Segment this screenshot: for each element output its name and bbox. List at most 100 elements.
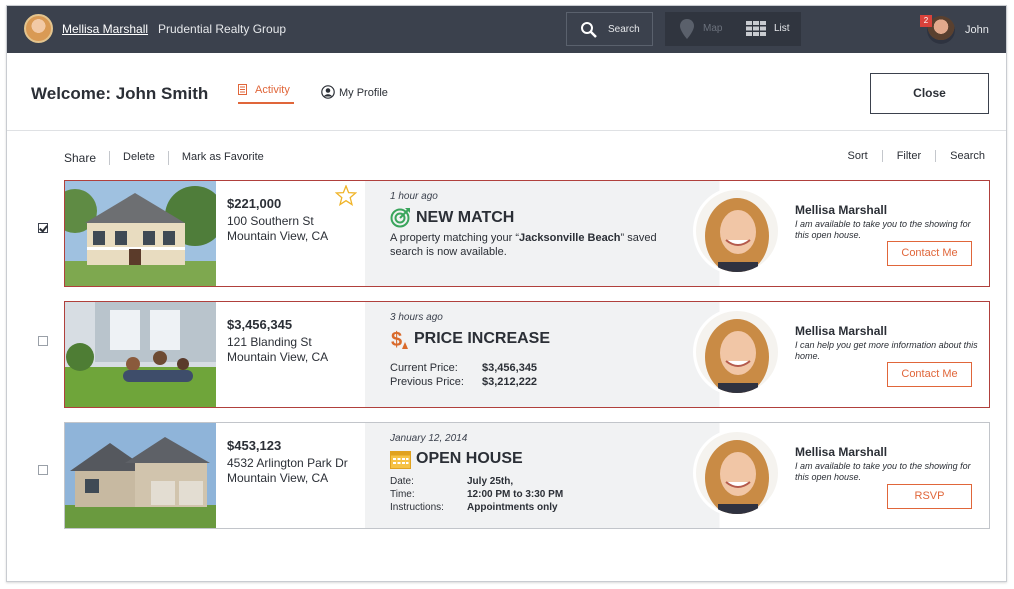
property-street: 100 Southern St — [227, 214, 314, 228]
search-icon — [581, 22, 597, 38]
card-checkbox[interactable] — [38, 465, 48, 475]
header-divider — [7, 130, 1006, 131]
house-photo-image — [65, 423, 216, 528]
card-checkbox[interactable] — [38, 336, 48, 346]
instructions-value: Appointments only — [467, 502, 558, 513]
agent-note: I can help you get more information abou… — [795, 340, 978, 361]
property-address: 100 Southern St Mountain View, CA — [227, 214, 328, 244]
agent-photo — [693, 429, 781, 517]
top-navigation-bar: Mellisa Marshall Prudential Realty Group… — [7, 6, 1006, 53]
agent-name: Mellisa Marshall — [795, 445, 888, 459]
current-price-row: Current Price: $3,456,345 — [390, 361, 537, 375]
property-photo[interactable] — [65, 423, 216, 528]
previous-price-value: $3,212,222 — [482, 376, 538, 388]
svg-text:$: $ — [391, 329, 402, 350]
document-icon — [238, 84, 247, 95]
time-row: Time: 12:00 PM to 3:30 PM — [390, 488, 563, 501]
property-street: 4532 Arlington Park Dr — [227, 456, 348, 470]
dollar-arrow-icon: $ — [391, 329, 408, 350]
instructions-label: Instructions: — [390, 502, 444, 513]
event-panel: January 12, 2014 OPEN HOUSE Date: July 2… — [365, 423, 692, 528]
current-price-value: $3,456,345 — [482, 362, 538, 374]
property-price: $221,000 — [227, 196, 282, 211]
time-value: 12:00 PM to 3:30 PM — [467, 489, 564, 500]
star-outline-icon[interactable] — [335, 185, 357, 206]
company-name: Prudential Realty Group — [158, 22, 287, 36]
grid-list-icon — [746, 21, 766, 36]
calendar-icon — [390, 451, 411, 469]
agent-note: I am available to take you to the showin… — [795, 461, 971, 482]
mark-favorite-action[interactable]: Mark as Favorite — [167, 151, 277, 165]
search-button-label: Search — [608, 24, 640, 35]
date-row: Date: July 25th, — [390, 475, 513, 488]
activity-card[interactable]: $221,000 100 Southern St Mountain View, … — [64, 180, 990, 287]
agent-avatar[interactable] — [24, 14, 53, 43]
share-action[interactable]: Share — [64, 151, 109, 165]
agent-name-link[interactable]: Mellisa Marshall — [62, 22, 148, 36]
list-view-button[interactable]: List — [735, 12, 801, 46]
event-title-text: NEW MATCH — [416, 208, 515, 226]
map-view-label: Map — [703, 23, 723, 34]
property-photo[interactable] — [65, 181, 216, 286]
saved-search-name: Jacksonville Beach — [519, 232, 621, 244]
activity-card[interactable]: $3,456,345 121 Blanding St Mountain View… — [64, 301, 990, 408]
list-tools: Sort Filter Search — [834, 150, 985, 162]
property-address: 121 Blanding St Mountain View, CA — [227, 335, 328, 365]
sort-action[interactable]: Sort — [834, 150, 882, 162]
instructions-row: Instructions: Appointments only — [390, 501, 558, 514]
tab-activity-label: Activity — [255, 84, 290, 96]
date-label: Date: — [390, 476, 414, 487]
search-action[interactable]: Search — [935, 150, 985, 162]
property-address: 4532 Arlington Park Dr Mountain View, CA — [227, 456, 348, 486]
time-label: Time: — [390, 489, 415, 500]
contact-me-button[interactable]: Contact Me — [887, 241, 972, 266]
agent-portrait-image — [696, 432, 778, 514]
agent-portrait-image — [696, 311, 778, 393]
map-view-button[interactable]: Map — [665, 12, 735, 46]
rsvp-button[interactable]: RSVP — [887, 484, 972, 509]
bulk-actions: Share Delete Mark as Favorite — [64, 151, 277, 165]
filter-action[interactable]: Filter — [881, 150, 935, 162]
agent-note: I am available to take you to the showin… — [795, 219, 971, 240]
event-title: $ PRICE INCREASE — [390, 328, 550, 350]
agent-photo — [693, 308, 781, 396]
property-city: Mountain View, CA — [227, 350, 329, 364]
previous-price-row: Previous Price: $3,212,222 — [390, 375, 537, 389]
event-title-text: OPEN HOUSE — [416, 450, 523, 467]
property-photo[interactable] — [65, 302, 216, 407]
user-circle-icon — [321, 85, 335, 99]
family-photo-image — [65, 302, 216, 407]
property-city: Mountain View, CA — [227, 471, 329, 485]
tab-activity[interactable]: Activity — [238, 84, 290, 96]
user-name[interactable]: John — [965, 24, 989, 36]
agent-name: Mellisa Marshall — [795, 324, 888, 338]
property-city: Mountain View, CA — [227, 229, 329, 243]
event-title: OPEN HOUSE — [390, 449, 523, 469]
activity-card[interactable]: $453,123 4532 Arlington Park Dr Mountain… — [64, 422, 990, 529]
close-button[interactable]: Close — [870, 73, 989, 114]
event-panel: 1 hour ago NEW MATCH A property matching… — [365, 181, 692, 286]
agent-photo — [693, 187, 781, 275]
notification-badge[interactable]: 2 — [920, 15, 932, 27]
card-checkbox[interactable] — [38, 223, 48, 233]
event-time: 1 hour ago — [390, 191, 438, 202]
house-photo-image — [65, 181, 216, 286]
event-time: January 12, 2014 — [390, 433, 468, 444]
welcome-title: Welcome: John Smith — [31, 84, 209, 103]
date-value: July 25th, — [467, 476, 514, 487]
contact-me-button[interactable]: Contact Me — [887, 362, 972, 387]
active-tab-underline — [238, 102, 294, 104]
tab-my-profile[interactable]: My Profile — [321, 85, 388, 99]
search-button[interactable]: Search — [566, 12, 653, 46]
event-description-prefix: A property matching your “ — [390, 232, 520, 244]
previous-price-label: Previous Price: — [390, 376, 464, 388]
event-time: 3 hours ago — [390, 312, 443, 323]
event-description: A property matching your “Jacksonville B… — [390, 231, 680, 259]
agent-portrait-image — [696, 190, 778, 272]
delete-action[interactable]: Delete — [109, 151, 168, 165]
list-view-label: List — [774, 23, 790, 34]
tab-my-profile-label: My Profile — [339, 87, 388, 99]
target-arrow-icon — [390, 208, 410, 228]
app-window: Mellisa Marshall Prudential Realty Group… — [6, 5, 1007, 582]
event-title-text: PRICE INCREASE — [414, 330, 551, 347]
